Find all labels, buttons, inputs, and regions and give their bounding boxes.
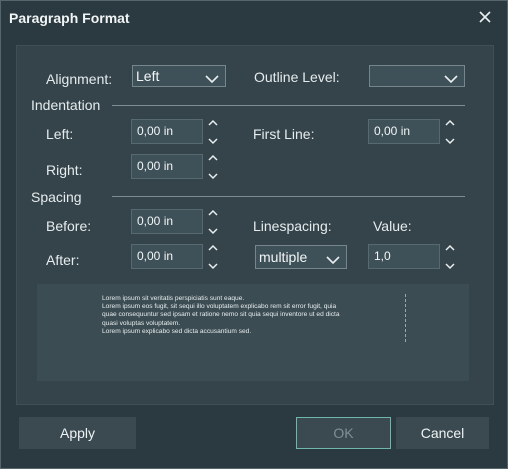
- linespacing-value: multiple: [259, 249, 308, 265]
- preview-line: Lorem ipsum sit veritatis perspiciatis s…: [102, 295, 245, 302]
- spacing-heading: Spacing: [31, 189, 82, 205]
- indent-right-label: Right:: [46, 162, 83, 178]
- close-icon[interactable]: [476, 8, 494, 26]
- indent-right-stepper[interactable]: [207, 153, 219, 181]
- paragraph-format-dialog: Paragraph Format Alignment: Left Outline…: [0, 0, 508, 469]
- linespacing-dropdown[interactable]: multiple: [255, 245, 347, 269]
- linespacing-number: 1,0: [374, 249, 391, 263]
- indentation-divider: [112, 105, 465, 106]
- outline-level-dropdown[interactable]: [369, 65, 465, 87]
- chevron-down-icon: [205, 71, 219, 84]
- preview-text: Lorem ipsum sit veritatis perspiciatis s…: [102, 295, 406, 336]
- preview-margin-line: [405, 294, 406, 342]
- indent-left-input[interactable]: 0,00 in: [131, 119, 203, 144]
- spacing-after-value: 0,00 in: [137, 249, 174, 263]
- cancel-button[interactable]: Cancel: [396, 417, 489, 449]
- dialog-title: Paragraph Format: [9, 10, 130, 26]
- indent-left-stepper[interactable]: [207, 118, 219, 146]
- spacing-before-stepper[interactable]: [207, 208, 219, 236]
- alignment-label: Alignment:: [46, 71, 113, 87]
- apply-button[interactable]: Apply: [19, 417, 136, 449]
- indent-right-value: 0,00 in: [137, 159, 174, 173]
- indent-left-value: 0,00 in: [137, 124, 174, 138]
- alignment-dropdown[interactable]: Left: [132, 65, 226, 87]
- first-line-label: First Line:: [253, 126, 315, 142]
- preview-line: quae consequuntur sed ipsam et ratione n…: [102, 311, 340, 319]
- first-line-value: 0,00 in: [374, 124, 411, 138]
- spacing-before-label: Before:: [46, 218, 92, 234]
- alignment-value: Left: [136, 68, 160, 84]
- spacing-after-input[interactable]: 0,00 in: [131, 244, 203, 269]
- preview-line: Lorem ipsum eos fugit, sit sequi illo vo…: [102, 303, 337, 311]
- preview-line: Lorem ipsum explicabo sed dicta accusant…: [102, 327, 252, 335]
- chevron-down-icon: [444, 71, 458, 84]
- linespacing-value-stepper[interactable]: [444, 243, 456, 271]
- spacing-after-label: After:: [46, 252, 80, 268]
- first-line-stepper[interactable]: [444, 118, 456, 146]
- paragraph-preview: Lorem ipsum sit veritatis perspiciatis s…: [37, 284, 469, 381]
- value-label: Value:: [373, 218, 412, 234]
- outline-level-label: Outline Level:: [254, 69, 340, 85]
- spacing-after-stepper[interactable]: [207, 243, 219, 271]
- title-bar: Paragraph Format: [1, 1, 507, 35]
- indent-right-input[interactable]: 0,00 in: [131, 154, 203, 179]
- indentation-heading: Indentation: [31, 97, 101, 113]
- linespacing-value-input[interactable]: 1,0: [368, 244, 440, 269]
- first-line-input[interactable]: 0,00 in: [368, 119, 440, 144]
- spacing-before-value: 0,00 in: [137, 214, 174, 228]
- chevron-down-icon: [326, 252, 340, 265]
- spacing-divider: [112, 196, 465, 197]
- spacing-before-input[interactable]: 0,00 in: [131, 209, 203, 234]
- ok-button[interactable]: OK: [296, 417, 391, 449]
- indent-left-label: Left:: [46, 126, 74, 142]
- preview-line: quasi voluptas voluptatem.: [102, 319, 181, 327]
- linespacing-label: Linespacing:: [253, 218, 332, 234]
